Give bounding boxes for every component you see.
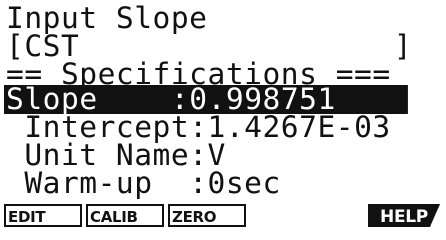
edit-button[interactable]: EDIT: [4, 204, 82, 227]
help-button[interactable]: HELP: [368, 204, 440, 227]
zero-button[interactable]: ZERO: [168, 204, 246, 227]
calib-button[interactable]: CALIB: [86, 204, 164, 227]
input-value-close-bracket: ]: [394, 29, 412, 63]
spec-label-warm-up: Warm-up: [24, 166, 153, 200]
spec-row-warm-up[interactable]: Warm-up :0sec: [6, 168, 281, 198]
function-key-bar: EDIT CALIB ZERO HELP: [2, 202, 444, 230]
spec-colon: :: [189, 166, 208, 200]
spec-value-warm-up: 0sec: [207, 166, 281, 200]
calculator-screen: Input Slope [CST ] == Specifications ===…: [0, 0, 446, 234]
spec-value-intercept: 1.4267E-03: [207, 110, 391, 144]
